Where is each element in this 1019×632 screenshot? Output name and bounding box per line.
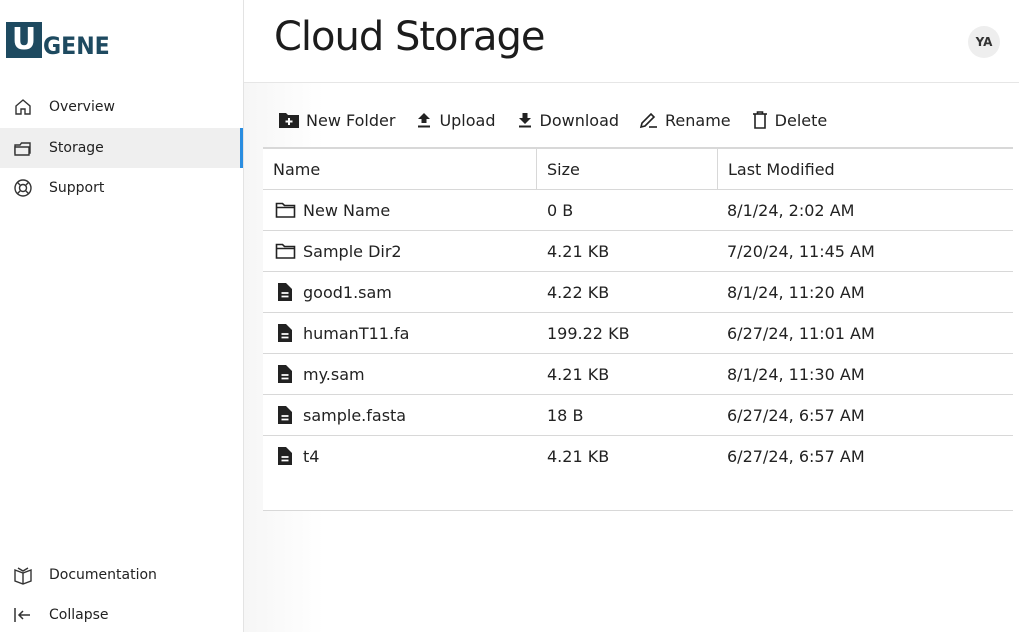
folder-icon: [275, 243, 296, 259]
file-icon: [278, 283, 292, 301]
folder-plus-icon: [279, 113, 299, 128]
cell-name: Sample Dir2: [263, 231, 536, 271]
cell-name: good1.sam: [263, 272, 536, 312]
column-header-last-modified[interactable]: Last Modified: [717, 149, 1013, 189]
folders-icon: [14, 142, 31, 156]
table-row[interactable]: Sample Dir2 4.21 KB 7/20/24, 11:45 AM: [263, 231, 1013, 272]
table-row[interactable]: my.sam 4.21 KB 8/1/24, 11:30 AM: [263, 354, 1013, 395]
main-content: Cloud Storage YA New Folder Upload Downl…: [244, 0, 1019, 632]
cell-last-modified: 6/27/24, 11:01 AM: [727, 323, 875, 343]
sidebar-item-label: Collapse: [49, 607, 109, 623]
table-footer: [263, 476, 1013, 511]
delete-label: Delete: [774, 110, 828, 130]
rename-label: Rename: [665, 110, 731, 130]
cell-last-modified: 6/27/24, 6:57 AM: [727, 446, 865, 466]
download-label: Download: [539, 110, 620, 130]
ugene-logo[interactable]: U GENE: [6, 22, 116, 58]
cell-name: my.sam: [263, 354, 536, 394]
cell-last-modified: 6/27/24, 6:57 AM: [727, 405, 865, 425]
file-icon: [278, 324, 292, 342]
file-name: t4: [303, 446, 320, 466]
cell-last-modified: 7/20/24, 11:45 AM: [727, 241, 875, 261]
avatar[interactable]: YA: [968, 26, 1000, 58]
table-row[interactable]: sample.fasta 18 B 6/27/24, 6:57 AM: [263, 395, 1013, 436]
sidebar: U GENE Overview Storage Support Document…: [0, 0, 244, 632]
sidebar-item-overview[interactable]: Overview: [0, 87, 243, 127]
home-icon: [15, 99, 31, 115]
trash-icon: [752, 111, 767, 129]
file-table: Name Size Last Modified New Name 0 B 8/1/2…: [263, 147, 1013, 477]
table-row[interactable]: good1.sam 4.22 KB 8/1/24, 11:20 AM: [263, 272, 1013, 313]
cell-size: 4.21 KB: [547, 446, 610, 466]
cell-size: 4.21 KB: [547, 364, 610, 384]
logo-letter: U: [6, 22, 42, 58]
page-title: Cloud Storage: [274, 14, 545, 60]
sidebar-item-support[interactable]: Support: [0, 168, 243, 208]
file-icon: [278, 406, 292, 424]
file-name: New Name: [303, 200, 391, 220]
toolbar: New Folder Upload Download Rename Delete: [278, 106, 847, 134]
upload-button[interactable]: Upload: [415, 110, 496, 130]
upload-label: Upload: [439, 110, 496, 130]
table-header: Name Size Last Modified: [263, 147, 1013, 190]
sidebar-item-label: Support: [49, 180, 105, 196]
sidebar-item-label: Overview: [49, 99, 115, 115]
page-header: Cloud Storage YA: [244, 0, 1019, 83]
cell-last-modified: 8/1/24, 11:30 AM: [727, 364, 865, 384]
folder-icon: [275, 202, 296, 218]
cell-size: 199.22 KB: [547, 323, 630, 343]
download-icon: [518, 113, 531, 128]
upload-icon: [418, 113, 431, 128]
table-body: New Name 0 B 8/1/24, 2:02 AM Sample Dir2 4.2…: [263, 190, 1013, 477]
sidebar-item-label: Documentation: [49, 567, 157, 583]
book-icon: [14, 567, 32, 585]
pencil-icon: [639, 112, 658, 129]
file-icon: [278, 447, 292, 465]
cell-size: 4.22 KB: [547, 282, 610, 302]
cell-name: humanT11.fa: [263, 313, 536, 353]
table-row[interactable]: humanT11.fa 199.22 KB 6/27/24, 11:01 AM: [263, 313, 1013, 354]
download-button[interactable]: Download: [516, 110, 620, 130]
logo-text: GENE: [43, 32, 110, 60]
rename-button[interactable]: Rename: [639, 111, 731, 130]
column-header-size[interactable]: Size: [536, 149, 717, 189]
cell-name: New Name: [263, 190, 536, 230]
cell-last-modified: 8/1/24, 2:02 AM: [727, 200, 855, 220]
new-folder-button[interactable]: New Folder: [278, 111, 395, 130]
lifebuoy-icon: [14, 179, 32, 197]
delete-button[interactable]: Delete: [751, 110, 828, 130]
cell-size: 18 B: [547, 405, 584, 425]
sidebar-item-collapse[interactable]: Collapse: [0, 595, 243, 632]
new-folder-label: New Folder: [306, 110, 396, 130]
cell-name: sample.fasta: [263, 395, 536, 435]
file-name: good1.sam: [303, 282, 392, 302]
sidebar-item-storage[interactable]: Storage: [0, 128, 243, 168]
table-row[interactable]: t4 4.21 KB 6/27/24, 6:57 AM: [263, 436, 1013, 477]
sidebar-item-label: Storage: [49, 140, 104, 156]
cell-last-modified: 8/1/24, 11:20 AM: [727, 282, 865, 302]
file-name: humanT11.fa: [303, 323, 410, 343]
file-icon: [278, 365, 292, 383]
file-name: my.sam: [303, 364, 365, 384]
file-name: Sample Dir2: [303, 241, 402, 261]
cell-size: 0 B: [547, 200, 574, 220]
collapse-left-icon: [14, 608, 30, 622]
table-row[interactable]: New Name 0 B 8/1/24, 2:02 AM: [263, 190, 1013, 231]
column-header-name[interactable]: Name: [263, 149, 536, 189]
file-name: sample.fasta: [303, 405, 407, 425]
sidebar-item-documentation[interactable]: Documentation: [0, 555, 243, 595]
cell-name: t4: [263, 436, 536, 476]
cell-size: 4.21 KB: [547, 241, 610, 261]
